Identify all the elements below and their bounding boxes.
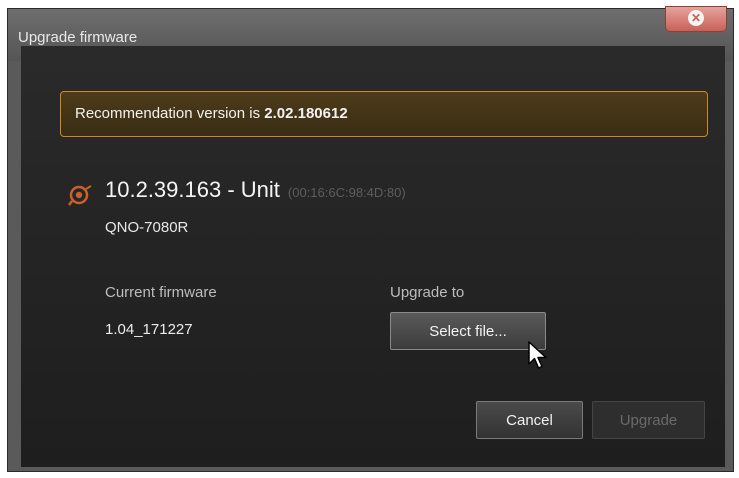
mouse-cursor-icon — [528, 341, 552, 376]
upgrade-to-label: Upgrade to — [390, 284, 465, 301]
dialog-title: Upgrade firmware — [18, 29, 138, 46]
unit-model: QNO-7080R — [105, 219, 189, 236]
recommendation-text: Recommendation version is — [75, 105, 265, 122]
upgrade-button[interactable]: Upgrade — [592, 401, 705, 439]
recommendation-banner: Recommendation version is 2.02.180612 — [60, 91, 708, 137]
select-file-button[interactable]: Select file... — [390, 312, 546, 350]
upgrade-firmware-dialog: Upgrade firmware ✕ Recommendation versio… — [7, 6, 734, 472]
recommended-version: 2.02.180612 — [264, 105, 348, 122]
dialog-content: Recommendation version is 2.02.180612 10… — [21, 46, 725, 467]
current-firmware-label: Current firmware — [105, 284, 217, 301]
unit-mac-address: (00:16:6C:98:4D:80) — [287, 185, 406, 200]
cancel-button[interactable]: Cancel — [476, 401, 583, 439]
close-icon: ✕ — [688, 10, 704, 26]
close-button[interactable]: ✕ — [665, 6, 727, 32]
unit-name-text: 10.2.39.163 - Unit — [105, 177, 280, 202]
camera-status-icon — [68, 184, 94, 211]
unit-name: 10.2.39.163 - Unit (00:16:6C:98:4D:80) — [105, 177, 406, 203]
current-firmware-value: 1.04_171227 — [105, 321, 193, 338]
